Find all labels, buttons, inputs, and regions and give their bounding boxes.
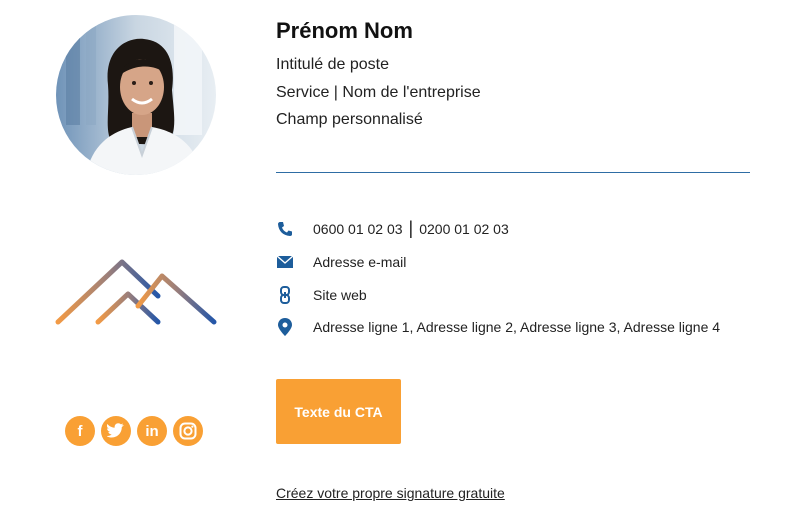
email-row: Adresse e-mail — [276, 252, 406, 272]
department-company: Service | Nom de l'entreprise — [276, 84, 481, 101]
website-link[interactable]: Site web — [313, 287, 367, 303]
address-text: Adresse ligne 1, Adresse ligne 2, Adress… — [313, 319, 721, 335]
job-title: Intitulé de poste — [276, 56, 389, 73]
person-name: Prénom Nom — [276, 18, 413, 43]
phone-landline[interactable]: 0200 01 02 03 — [419, 221, 509, 237]
custom-field: Champ personnalisé — [276, 111, 423, 128]
profile-photo — [56, 15, 216, 175]
twitter-icon[interactable] — [101, 416, 131, 446]
linkedin-glyph: in — [145, 422, 159, 440]
email-link[interactable]: Adresse e-mail — [313, 254, 406, 270]
link-icon — [276, 286, 294, 304]
instagram-icon[interactable] — [173, 416, 203, 446]
linkedin-icon[interactable]: in — [137, 416, 167, 446]
facebook-icon[interactable]: f — [65, 416, 95, 446]
website-row: Site web — [276, 285, 367, 305]
phone-separator: | — [408, 217, 414, 238]
company-logo — [54, 258, 220, 328]
phone-row: 0600 01 02 03 | 0200 01 02 03 — [276, 217, 509, 239]
divider-line — [276, 172, 750, 173]
facebook-glyph: f — [77, 422, 83, 440]
address-row: Adresse ligne 1, Adresse ligne 2, Adress… — [276, 317, 720, 337]
location-pin-icon — [276, 318, 294, 336]
envelope-icon — [276, 253, 294, 271]
create-signature-link[interactable]: Créez votre propre signature gratuite — [276, 485, 505, 501]
cta-button[interactable]: Texte du CTA — [276, 379, 401, 444]
phone-mobile[interactable]: 0600 01 02 03 — [313, 221, 403, 237]
phone-icon — [276, 220, 294, 238]
